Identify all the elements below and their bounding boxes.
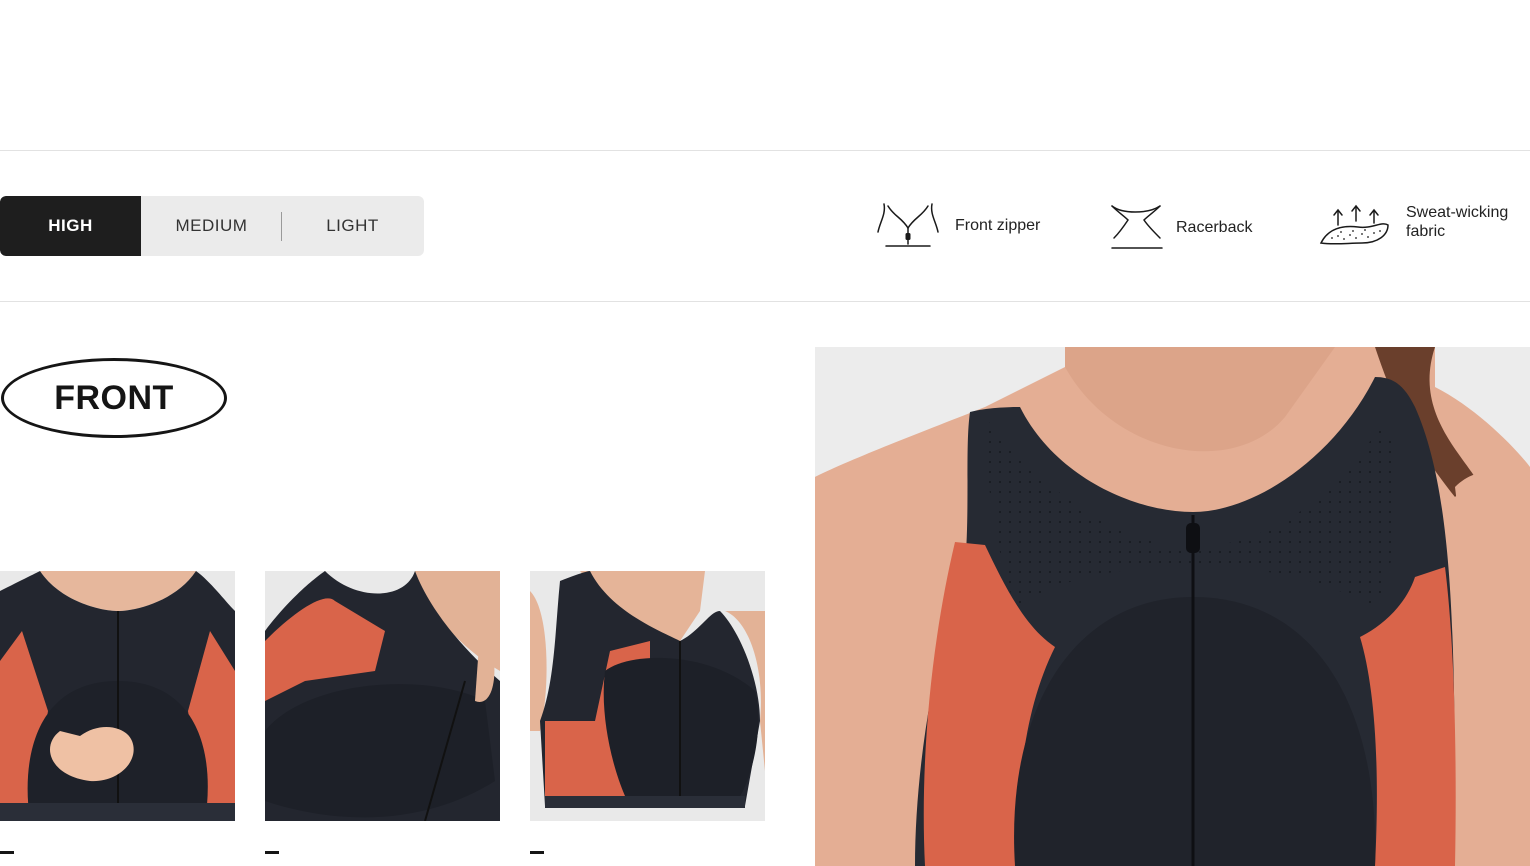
feature-sweat-wicking-label: Sweat-wicking fabric: [1406, 203, 1508, 241]
feature-racerback-label: Racerback: [1176, 218, 1253, 236]
hero-image-art: [815, 347, 1530, 866]
feature-front-zipper: Front zipper: [876, 200, 1040, 250]
thumbnail-three-quarter-caption: [530, 851, 544, 854]
feature-racerback: Racerback: [1108, 202, 1252, 252]
feature-sweat-wicking: Sweat-wicking fabric: [1318, 203, 1508, 249]
tab-medium-label: MEDIUM: [175, 216, 248, 235]
feature-sweat-wicking-line1: Sweat-wicking: [1406, 204, 1509, 221]
thumbnail-three-quarter-image: [530, 571, 765, 821]
feature-sweat-wicking-line2: fabric: [1406, 223, 1446, 240]
front-section-title: FRONT: [54, 378, 174, 417]
front-section-badge: FRONT: [1, 358, 227, 438]
thumbnail-side-image: [265, 571, 500, 821]
thumbnail-front-image: [0, 571, 235, 821]
top-divider: [0, 150, 1530, 151]
thumbnail-front-caption: [0, 851, 14, 854]
thumbnail-side-caption: [265, 851, 279, 854]
tab-high[interactable]: HIGH: [0, 196, 141, 256]
thumbnail-front[interactable]: [0, 571, 235, 821]
tab-light[interactable]: LIGHT: [282, 196, 423, 256]
feature-front-zipper-label: Front zipper: [955, 216, 1041, 234]
hero-product-image: [815, 347, 1530, 866]
sweat-wicking-icon: [1318, 203, 1392, 249]
tab-medium[interactable]: MEDIUM: [141, 196, 282, 256]
bottom-divider: [0, 301, 1530, 302]
front-zipper-icon: [876, 200, 940, 250]
thumbnail-side[interactable]: [265, 571, 500, 821]
racerback-icon: [1108, 202, 1164, 252]
support-level-selector: HIGH MEDIUM LIGHT: [0, 196, 424, 256]
thumbnail-three-quarter[interactable]: [530, 571, 765, 821]
